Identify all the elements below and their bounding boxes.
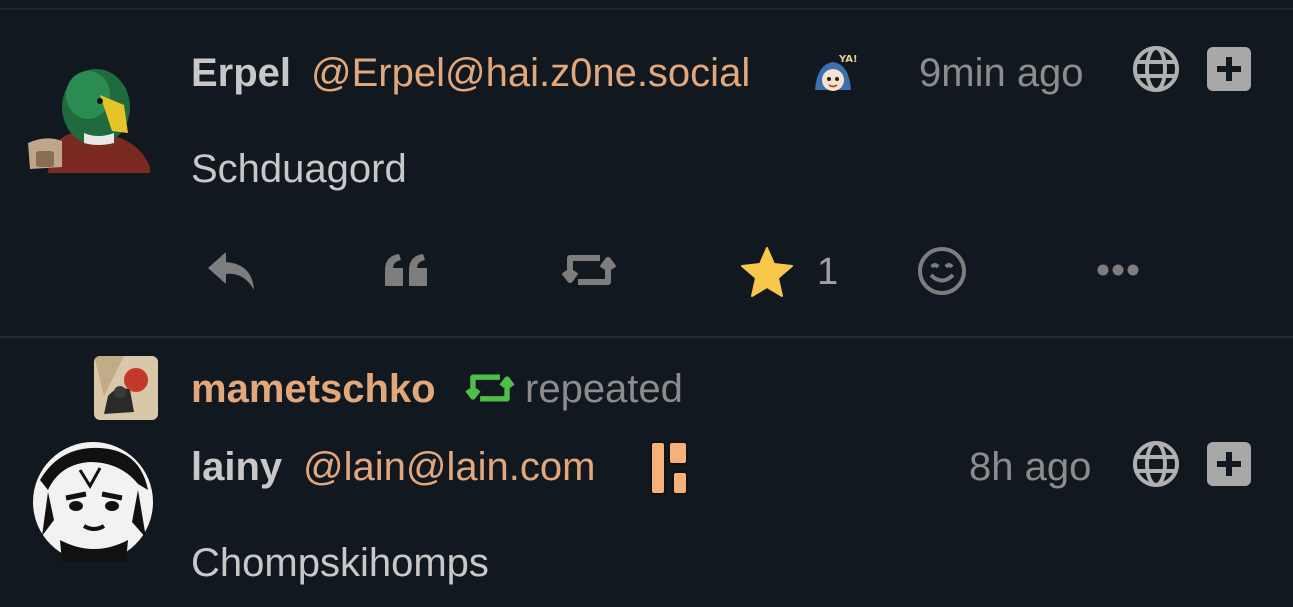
favorite-star-icon[interactable] xyxy=(740,246,794,298)
repeater-name[interactable]: mametschko xyxy=(191,366,436,412)
post-time[interactable]: 9min ago xyxy=(919,50,1084,96)
repeat-icon xyxy=(464,370,516,406)
expand-icon[interactable] xyxy=(1207,442,1251,486)
author-handle[interactable]: @Erpel@hai.z0ne.social xyxy=(311,50,750,96)
favorite-count: 1 xyxy=(817,251,839,293)
instance-logo-icon xyxy=(647,438,693,498)
emoji-reaction-icon[interactable] xyxy=(917,246,967,296)
author-handle[interactable]: @lain@lain.com xyxy=(303,444,595,490)
quote-icon[interactable] xyxy=(383,252,429,288)
top-divider xyxy=(0,8,1293,10)
svg-text:YA!: YA! xyxy=(838,54,857,65)
globe-icon[interactable] xyxy=(1132,45,1180,93)
globe-icon[interactable] xyxy=(1132,440,1180,488)
author-name[interactable]: lainy xyxy=(191,444,282,490)
avatar[interactable] xyxy=(28,55,152,173)
post-content: Chompskihomps xyxy=(191,541,489,585)
expand-icon[interactable] xyxy=(1207,47,1251,91)
repeat-icon[interactable] xyxy=(560,250,618,290)
post-content: Schduagord xyxy=(191,147,407,191)
repeated-label: repeated xyxy=(525,367,683,411)
instance-emoji-icon: YA! xyxy=(809,50,858,98)
avatar[interactable] xyxy=(30,440,156,564)
repeater-avatar[interactable] xyxy=(94,356,158,420)
post-divider xyxy=(0,336,1293,338)
post-time[interactable]: 8h ago xyxy=(969,444,1091,490)
more-options-icon[interactable] xyxy=(1096,262,1140,278)
reply-icon[interactable] xyxy=(204,248,258,294)
author-name[interactable]: Erpel xyxy=(191,50,291,96)
